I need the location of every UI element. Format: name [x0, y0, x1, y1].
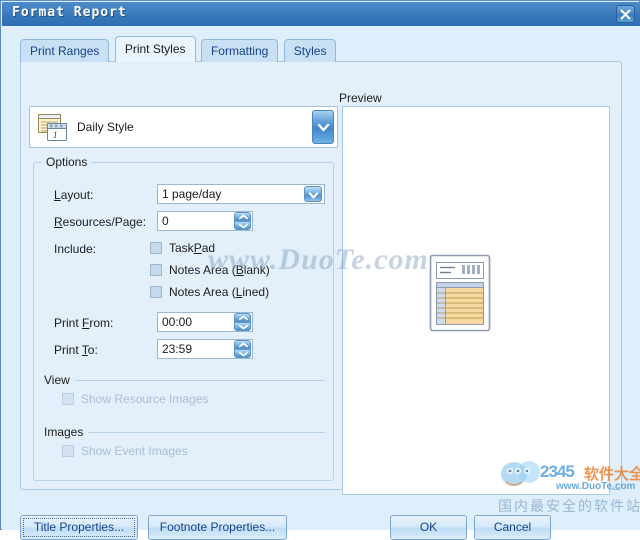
- images-section-header: Images: [44, 425, 325, 439]
- daily-style-icon: 1: [38, 114, 68, 147]
- spinner-updown-icon[interactable]: [234, 313, 251, 331]
- spinner-down-button[interactable]: [234, 322, 251, 331]
- chevron-down-icon[interactable]: [304, 186, 322, 202]
- include-label: Include:: [54, 242, 97, 256]
- view-section-rule: [44, 380, 325, 381]
- close-glyph: [620, 9, 631, 20]
- resources-per-page-value: 0: [162, 214, 169, 228]
- options-group: Options Layout: 1 page/day Resources/Pag…: [33, 155, 334, 481]
- ok-button[interactable]: OK: [390, 515, 467, 540]
- print-style-combobox[interactable]: 1 Daily Style: [29, 106, 338, 148]
- spinner-down-button[interactable]: [234, 349, 251, 358]
- footnote-properties-button[interactable]: Footnote Properties...: [148, 515, 287, 540]
- layout-select[interactable]: 1 page/day: [157, 184, 325, 204]
- format-report-dialog: Format Report Print Ranges Print Styles …: [0, 0, 640, 540]
- images-section-title: Images: [44, 425, 89, 439]
- ok-label: OK: [419, 520, 438, 534]
- spinner-down-button[interactable]: [234, 221, 251, 230]
- dialog-body: Print Ranges Print Styles Formatting Sty…: [2, 26, 640, 540]
- spinner-up-button[interactable]: [234, 313, 251, 322]
- focus-ring: [23, 518, 135, 537]
- checkbox-icon[interactable]: [150, 242, 162, 254]
- checkbox-icon: [62, 445, 74, 457]
- footnote-properties-label: Footnote Properties...: [159, 520, 276, 534]
- spinner-updown-icon[interactable]: [234, 340, 251, 358]
- resources-per-page-label: Resources/Page:: [54, 215, 147, 229]
- tab-print-styles[interactable]: Print Styles: [114, 36, 196, 62]
- checkbox-icon[interactable]: [150, 286, 162, 298]
- print-to-input[interactable]: 23:59: [157, 339, 253, 359]
- checkbox-notes-area-blank-label: Notes Area (Blank): [169, 263, 270, 277]
- view-section-header: View: [44, 373, 325, 387]
- title-bar: Format Report: [2, 2, 640, 26]
- checkbox-notes-area-lined-label: Notes Area (Lined): [169, 285, 270, 299]
- resources-per-page-input[interactable]: 0: [157, 211, 253, 231]
- checkbox-show-resource-images-label: Show Resource Images: [81, 392, 209, 406]
- spinner-updown-icon[interactable]: [234, 212, 251, 230]
- print-from-label: Print From:: [54, 316, 114, 330]
- page-preview-icon: [429, 254, 493, 339]
- spinner-up-button[interactable]: [234, 340, 251, 349]
- tab-strip: Print Ranges Print Styles Formatting Sty…: [20, 36, 337, 62]
- spinner-up-button[interactable]: [234, 212, 251, 221]
- chevron-down-icon[interactable]: [312, 110, 334, 144]
- title-properties-button[interactable]: Title Properties...: [20, 515, 138, 540]
- print-to-value: 23:59: [162, 342, 193, 356]
- cancel-button[interactable]: Cancel: [474, 515, 551, 540]
- print-from-value: 00:00: [162, 315, 193, 329]
- preview-pane: [342, 106, 610, 495]
- tab-print-ranges[interactable]: Print Ranges: [20, 39, 110, 62]
- close-icon[interactable]: [616, 5, 635, 23]
- svg-text:1: 1: [53, 130, 58, 140]
- print-to-label: Print To:: [54, 343, 98, 357]
- layout-value: 1 page/day: [162, 187, 222, 201]
- print-from-input[interactable]: 00:00: [157, 312, 253, 332]
- options-group-title: Options: [42, 155, 92, 169]
- tab-formatting[interactable]: Formatting: [200, 39, 279, 62]
- checkbox-taskpad-label: TaskPad: [169, 241, 216, 255]
- preview-label: Preview: [339, 91, 382, 105]
- checkbox-icon: [62, 393, 74, 405]
- view-section-title: View: [44, 373, 75, 387]
- tab-styles[interactable]: Styles: [283, 39, 337, 62]
- print-style-value: Daily Style: [77, 120, 134, 134]
- checkbox-icon[interactable]: [150, 264, 162, 276]
- layout-label: Layout:: [54, 188, 94, 202]
- checkbox-show-event-images-label: Show Event Images: [81, 444, 188, 458]
- window-title: Format Report: [12, 5, 127, 20]
- cancel-label: Cancel: [493, 520, 532, 534]
